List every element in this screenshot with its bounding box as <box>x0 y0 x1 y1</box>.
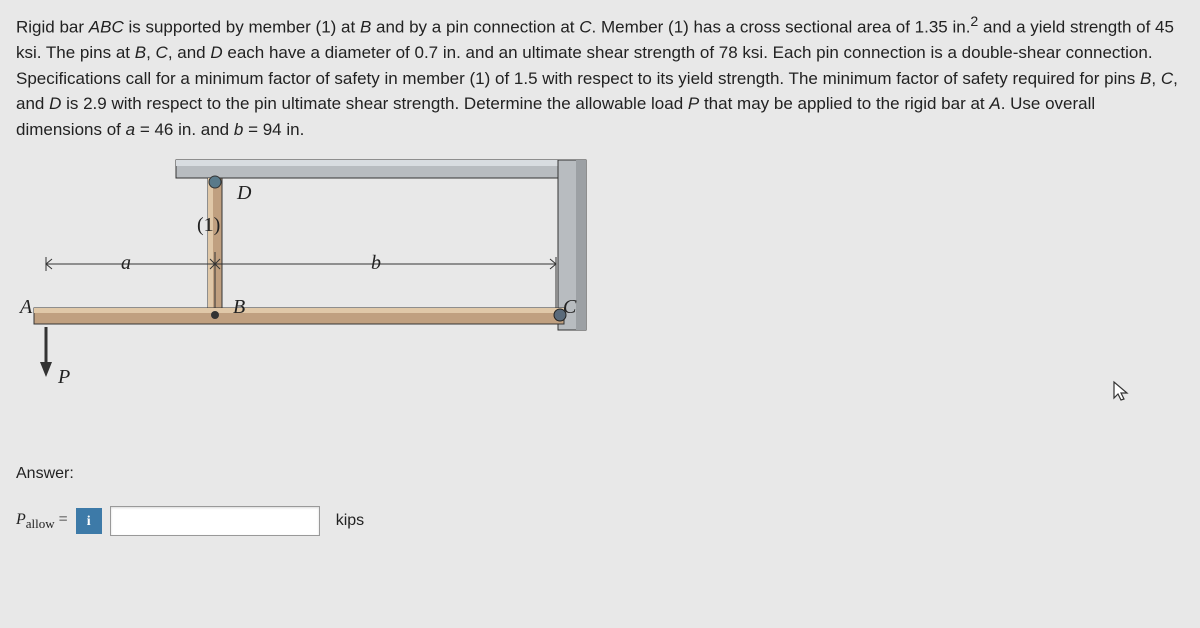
var-B: B <box>360 18 371 37</box>
var-C: C <box>579 18 591 37</box>
label-dim-a: a <box>121 248 131 278</box>
answer-row: Pallow = i kips <box>16 506 1184 536</box>
label-member-1: (1) <box>197 210 220 240</box>
label-A: A <box>20 292 32 322</box>
text: , <box>1151 69 1160 88</box>
var-A: A <box>989 94 1000 113</box>
label-dim-b: b <box>371 248 381 278</box>
text: , and <box>168 43 211 62</box>
var-P: P <box>688 94 699 113</box>
text: and by a pin connection at <box>371 18 579 37</box>
answer-heading: Answer: <box>16 462 1184 486</box>
label-D: D <box>237 178 251 208</box>
var-b: b <box>234 120 243 139</box>
text: that may be applied to the rigid bar at <box>699 94 989 113</box>
var-abc: ABC <box>89 18 124 37</box>
pallow-subscript: allow <box>26 517 55 532</box>
text: is supported by member (1) at <box>124 18 360 37</box>
var-D: D <box>49 94 61 113</box>
text: is 2.9 with respect to the pin ultimate … <box>61 94 688 113</box>
problem-diagram: D (1) a b A B C P <box>16 152 596 432</box>
text: Rigid bar <box>16 18 89 37</box>
var-B: B <box>1140 69 1151 88</box>
problem-statement: Rigid bar ABC is supported by member (1)… <box>16 12 1184 142</box>
var-a: a <box>126 120 135 139</box>
var-C: C <box>156 43 168 62</box>
text: , <box>146 43 155 62</box>
text: = 46 in. and <box>135 120 234 139</box>
pallow-label: Pallow = <box>16 508 68 534</box>
diagram-svg <box>16 152 596 432</box>
cursor-icon <box>1112 380 1130 410</box>
label-P: P <box>58 362 70 392</box>
equals-sign: = <box>55 511 68 528</box>
label-C: C <box>563 292 576 322</box>
text: = 94 in. <box>243 120 304 139</box>
answer-section: Answer: Pallow = i kips <box>16 462 1184 536</box>
pallow-p: P <box>16 511 26 528</box>
text: . Member (1) has a cross sectional area … <box>592 18 971 37</box>
var-C: C <box>1161 69 1173 88</box>
pallow-input[interactable] <box>110 506 320 536</box>
info-icon[interactable]: i <box>76 508 102 534</box>
var-D: D <box>210 43 222 62</box>
var-B: B <box>135 43 146 62</box>
label-B: B <box>233 292 245 322</box>
unit-label: kips <box>336 509 364 533</box>
